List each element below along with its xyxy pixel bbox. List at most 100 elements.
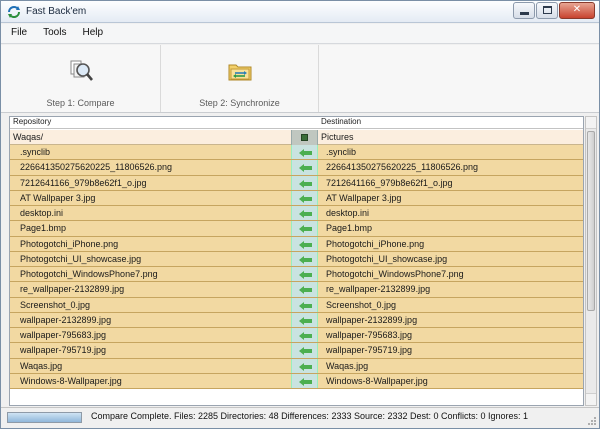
menu-help[interactable]: Help (74, 24, 111, 43)
destination-file-name: Waqas.jpg (326, 360, 369, 371)
synchronize-label: Step 2: Synchronize (199, 98, 280, 108)
arrow-left-icon (299, 210, 312, 218)
arrow-left-icon (299, 362, 312, 371)
sync-arrow-cell[interactable] (291, 297, 318, 312)
destination-file-name: Windows-8-Wallpaper.jpg (326, 375, 428, 386)
sync-arrow-cell[interactable] (291, 160, 318, 175)
progress-bar (7, 412, 82, 423)
toolbar: Step 1: Compare Step 2: Synchronize (1, 45, 599, 113)
title-bar[interactable]: Fast Back'em ✕ (1, 1, 599, 23)
menu-file[interactable]: File (1, 24, 35, 43)
app-sync-icon (8, 6, 20, 18)
sync-arrow-cell[interactable] (291, 343, 318, 358)
arrow-left-icon (299, 194, 312, 203)
close-button[interactable]: ✕ (559, 2, 595, 19)
repository-column-header[interactable]: Repository (10, 117, 318, 129)
destination-file-name: Page1.bmp (326, 223, 373, 234)
destination-file-name: desktop.ini (326, 208, 370, 218)
scroll-up-button[interactable] (586, 117, 596, 129)
table-row[interactable]: .synclib .synclib (10, 145, 583, 161)
repository-file-name: AT Wallpaper 3.jpg (20, 192, 96, 203)
arrow-left-icon (299, 179, 312, 188)
synchronize-button[interactable]: Step 2: Synchronize (161, 45, 319, 112)
destination-file-name: AT Wallpaper 3.jpg (326, 192, 402, 203)
square-icon (301, 134, 308, 141)
scroll-thumb[interactable] (587, 131, 595, 311)
table-row[interactable]: Page1.bmp Page1.bmp (10, 221, 583, 237)
repository-file-name: Windows-8-Wallpaper.jpg (20, 375, 122, 386)
menu-bar: File Tools Help (1, 24, 599, 44)
arrow-left-icon (299, 286, 312, 295)
table-row[interactable]: Windows-8-Wallpaper.jpg Windows-8-Wallpap… (10, 373, 583, 389)
table-row[interactable]: Waqas.jpg Waqas.jpg (10, 358, 583, 374)
arrow-left-icon (299, 225, 312, 234)
minimize-icon (520, 12, 529, 15)
sync-arrow-cell[interactable] (291, 206, 318, 221)
destination-file-name: wallpaper-795683.jpg (326, 330, 413, 340)
sync-arrow-cell[interactable] (291, 236, 318, 251)
sync-arrow-cell[interactable] (291, 282, 318, 297)
compare-button[interactable]: Step 1: Compare (1, 45, 161, 112)
compare-label: Step 1: Compare (46, 98, 115, 108)
table-row[interactable]: wallpaper-795719.jpg wallpaper-795719.jpg (10, 343, 583, 359)
resize-grip-icon[interactable] (587, 416, 597, 426)
table-row[interactable]: Photogotchi_iPhone.png Photogotchi_iPhone… (10, 236, 583, 252)
table-row[interactable]: AT Wallpaper 3.jpg AT Wallpaper 3.jpg (10, 190, 583, 206)
sync-arrow-cell[interactable] (291, 358, 318, 373)
repository-file-name: Photogotchi_iPhone.png (20, 238, 119, 249)
table-row[interactable]: desktop.ini desktop.ini (10, 206, 583, 222)
table-row[interactable]: re_wallpaper-2132899.jpg re_wallpaper-213… (10, 282, 583, 298)
destination-file-name: 7212641166_979b8e62f1_o.jpg (326, 177, 453, 188)
table-row[interactable]: 226641350275620225_11806526.png 226641350… (10, 160, 583, 176)
sync-arrow-cell[interactable] (291, 190, 318, 205)
table-row[interactable]: Screenshot_0.jpg Screenshot_0.jpg (10, 297, 583, 313)
destination-file-name: Screenshot_0.jpg (326, 299, 397, 310)
window-controls: ✕ (512, 2, 595, 20)
repository-file-name: re_wallpaper-2132899.jpg (20, 284, 125, 295)
sync-direction-toggle[interactable] (291, 130, 318, 145)
table-row[interactable]: wallpaper-2132899.jpg wallpaper-2132899.j… (10, 312, 583, 328)
arrow-left-icon (299, 347, 312, 356)
maximize-button[interactable] (536, 2, 558, 19)
destination-root: Pictures (321, 132, 354, 142)
sync-arrow-cell[interactable] (291, 221, 318, 236)
maximize-icon (543, 6, 552, 14)
repository-file-name: desktop.ini (20, 208, 64, 218)
arrow-left-icon (299, 377, 312, 386)
progress-fill (8, 413, 81, 422)
repository-file-name: wallpaper-2132899.jpg (20, 314, 112, 325)
destination-file-name: Photogotchi_WindowsPhone7.png (326, 269, 464, 279)
repository-file-name: wallpaper-795683.jpg (20, 330, 107, 340)
sync-arrow-cell[interactable] (291, 312, 318, 327)
table-row[interactable]: wallpaper-795683.jpg wallpaper-795683.jpg (10, 328, 583, 344)
vertical-scrollbar[interactable] (585, 116, 597, 406)
table-row[interactable]: Photogotchi_UI_showcase.jpg Photogotchi_U… (10, 251, 583, 267)
minimize-button[interactable] (513, 2, 535, 19)
sync-arrow-cell[interactable] (291, 145, 318, 160)
arrow-left-icon (299, 271, 312, 279)
root-folder-row[interactable]: Waqas/ Pictures (10, 130, 583, 145)
file-rows: .synclib .synclib 226641350275620225_11806… (10, 145, 583, 389)
destination-file-name: wallpaper-2132899.jpg (326, 314, 418, 325)
repository-file-name: wallpaper-795719.jpg (20, 345, 107, 356)
destination-file-name: re_wallpaper-2132899.jpg (326, 284, 431, 295)
magnifier-documents-icon (70, 60, 93, 81)
file-compare-list[interactable]: Repository Destination Waqas/ Pictures .… (9, 116, 584, 406)
destination-file-name: 226641350275620225_11806526.png (326, 162, 478, 173)
sync-arrow-cell[interactable] (291, 175, 318, 190)
menu-tools[interactable]: Tools (35, 24, 74, 43)
sync-arrow-cell[interactable] (291, 328, 318, 343)
arrow-left-icon (299, 332, 312, 340)
repository-file-name: Screenshot_0.jpg (20, 299, 91, 310)
destination-column-header[interactable]: Destination (318, 117, 583, 129)
sync-arrow-cell[interactable] (291, 251, 318, 266)
close-icon: ✕ (572, 4, 582, 15)
table-row[interactable]: Photogotchi_WindowsPhone7.png Photogotchi… (10, 267, 583, 283)
destination-file-name: Photogotchi_UI_showcase.jpg (326, 253, 448, 264)
sync-arrow-cell[interactable] (291, 373, 318, 388)
table-row[interactable]: 7212641166_979b8e62f1_o.jpg 7212641166_97… (10, 175, 583, 191)
scroll-down-button[interactable] (586, 393, 596, 405)
destination-file-name: wallpaper-795719.jpg (326, 345, 413, 356)
arrow-left-icon (299, 164, 312, 173)
sync-arrow-cell[interactable] (291, 267, 318, 282)
